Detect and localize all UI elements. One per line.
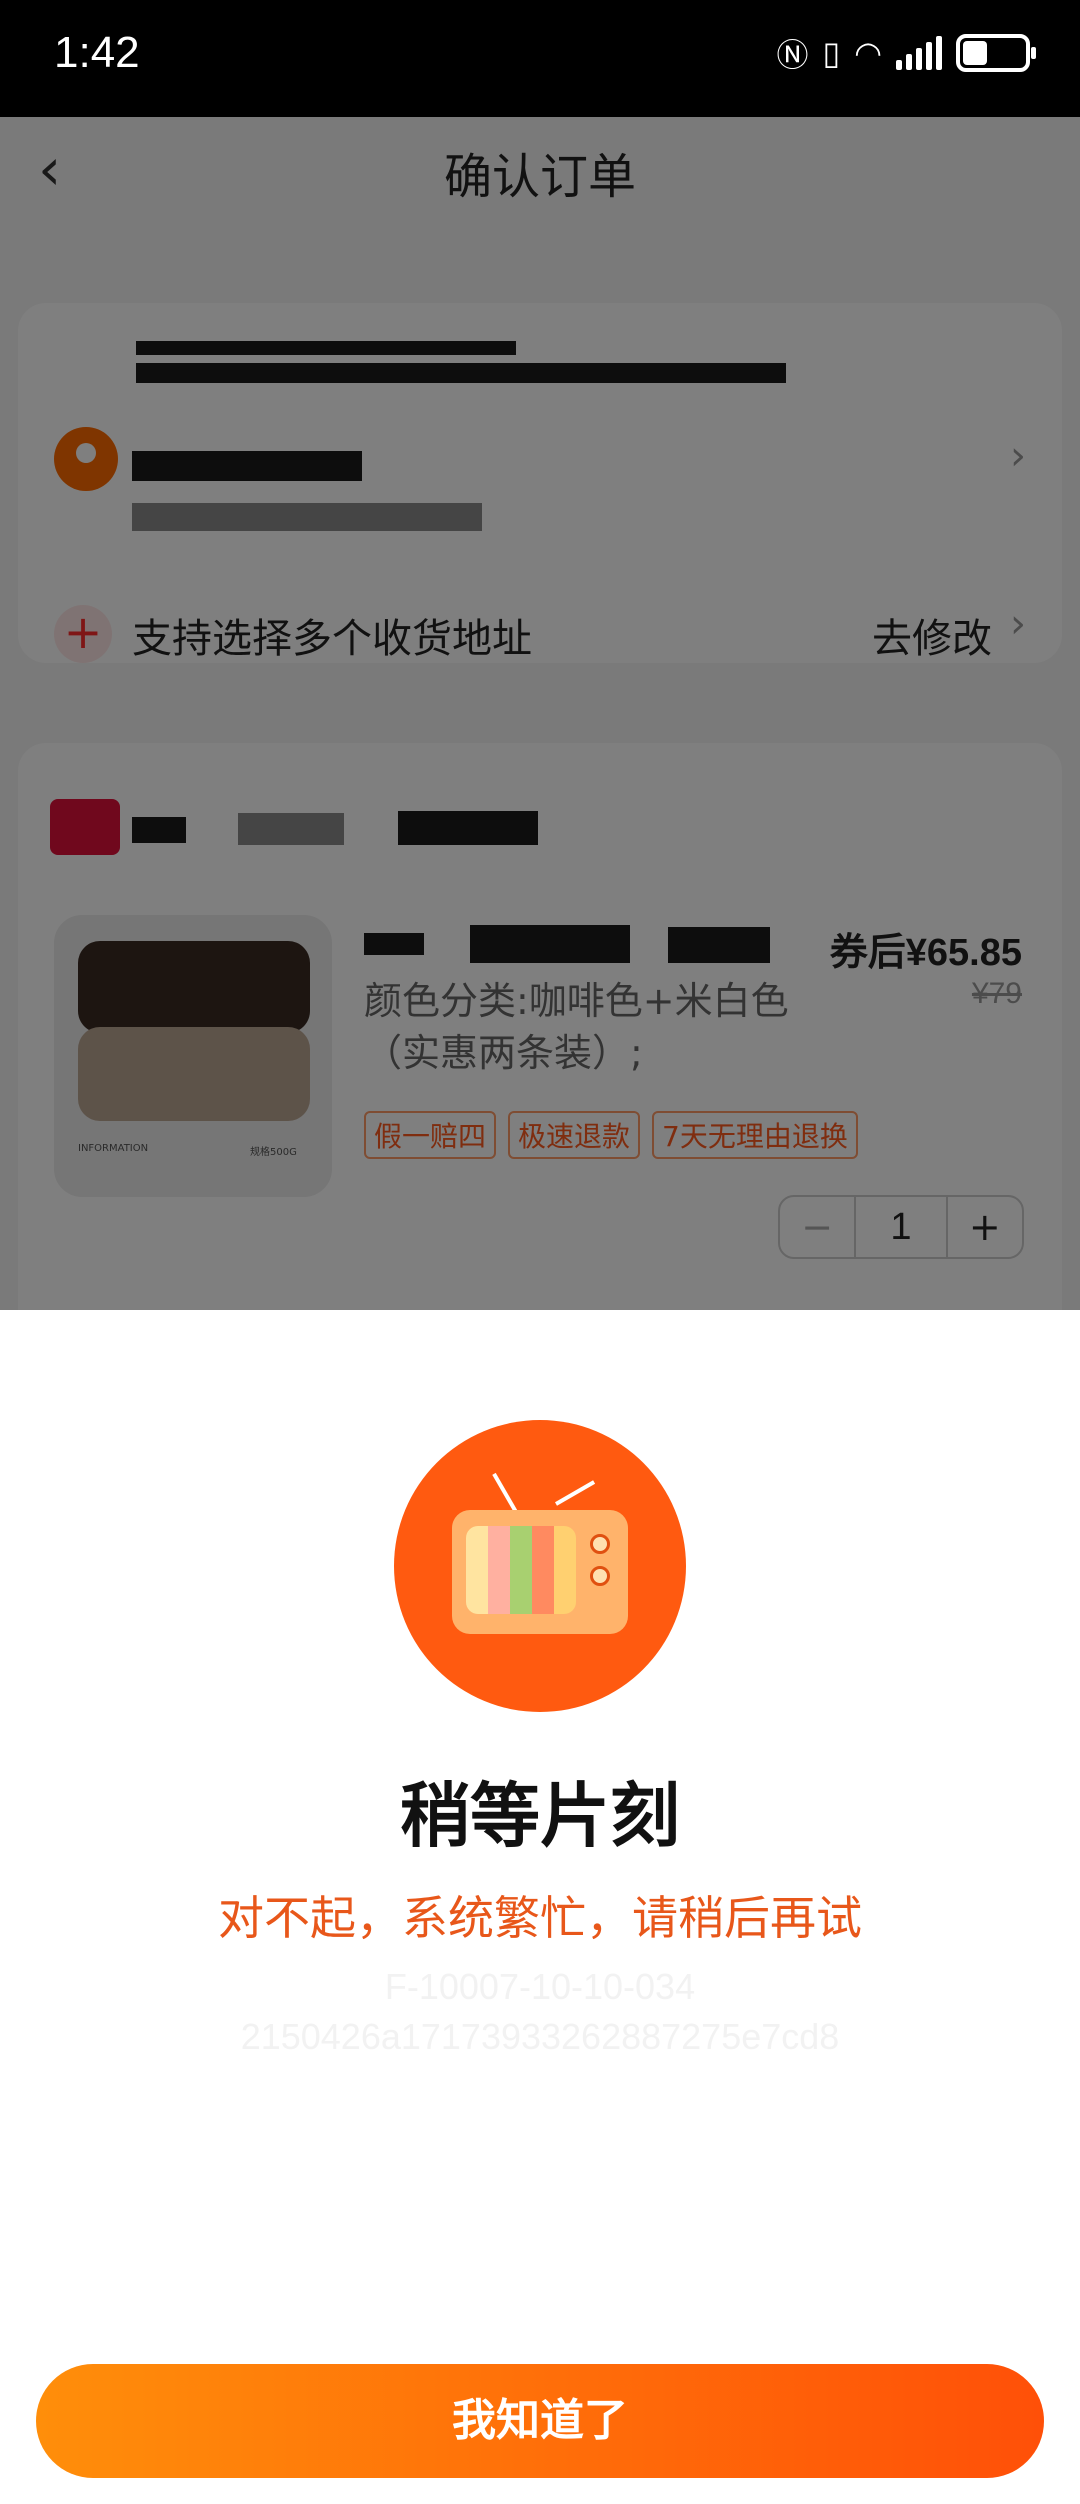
tv-body (452, 1510, 628, 1634)
status-time: 1:42 (54, 28, 140, 77)
error-bottom-sheet: 稍等片刻 对不起，系统繁忙，请稍后再试 F-10007-10-10-034 21… (0, 1310, 1080, 2504)
wifi-icon: ◠ (854, 34, 882, 72)
dialog-title: 稍等片刻 (400, 1775, 680, 1857)
status-bar: 1:42 Ⓝ ▯ ◠ (0, 0, 1080, 117)
battery-icon (956, 34, 1036, 72)
dialog-message: 对不起，系统繁忙，请稍后再试 (218, 1891, 862, 1945)
tv-screen (466, 1526, 576, 1614)
nfc-icon: Ⓝ (776, 36, 809, 74)
tv-knob (590, 1566, 610, 1586)
antenna-left (492, 1472, 518, 1513)
antenna-right (555, 1480, 596, 1506)
trace-id: 2150426a17173933262887275e7cd8 (240, 2016, 840, 2057)
error-code: F-10007-10-10-034 (384, 1966, 696, 2007)
vibrate-icon: ▯ (822, 34, 841, 72)
modal-overlay[interactable] (0, 117, 1080, 1310)
tv-knob (590, 1534, 610, 1554)
signal-icon (896, 36, 942, 70)
status-icons: Ⓝ ▯ ◠ (776, 30, 1036, 76)
tv-illustration-icon (394, 1420, 686, 1712)
acknowledge-button[interactable]: 我知道了 (36, 2364, 1044, 2478)
